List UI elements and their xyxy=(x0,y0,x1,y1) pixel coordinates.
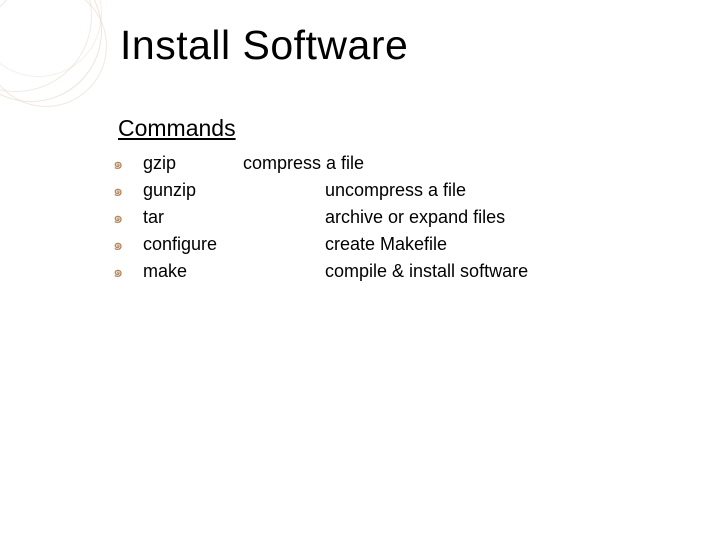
slide: Install Software Commands ๑ gzip compres… xyxy=(0,0,720,540)
command-name: tar xyxy=(143,204,243,231)
command-name: gzip xyxy=(143,150,243,177)
bullet-icon: ๑ xyxy=(113,151,143,178)
list-item: ๑ gunzip uncompress a file xyxy=(113,177,653,204)
command-desc: create Makefile xyxy=(243,231,653,258)
command-desc: uncompress a file xyxy=(243,177,653,204)
command-desc: compile & install software xyxy=(243,258,653,285)
slide-title: Install Software xyxy=(120,22,408,69)
command-name: gunzip xyxy=(143,177,243,204)
list-item: ๑ make compile & install software xyxy=(113,258,653,285)
command-desc: archive or expand files xyxy=(243,204,653,231)
command-list: ๑ gzip compress a file ๑ gunzip uncompre… xyxy=(113,150,653,285)
section-heading: Commands xyxy=(113,115,236,142)
bullet-icon: ๑ xyxy=(113,259,143,286)
list-item: ๑ configure create Makefile xyxy=(113,231,653,258)
command-desc: compress a file xyxy=(243,150,653,177)
list-item: ๑ tar archive or expand files xyxy=(113,204,653,231)
bullet-icon: ๑ xyxy=(113,232,143,259)
command-name: configure xyxy=(143,231,243,258)
bullet-icon: ๑ xyxy=(113,178,143,205)
command-name: make xyxy=(143,258,243,285)
list-item: ๑ gzip compress a file xyxy=(113,150,653,177)
bullet-icon: ๑ xyxy=(113,205,143,232)
